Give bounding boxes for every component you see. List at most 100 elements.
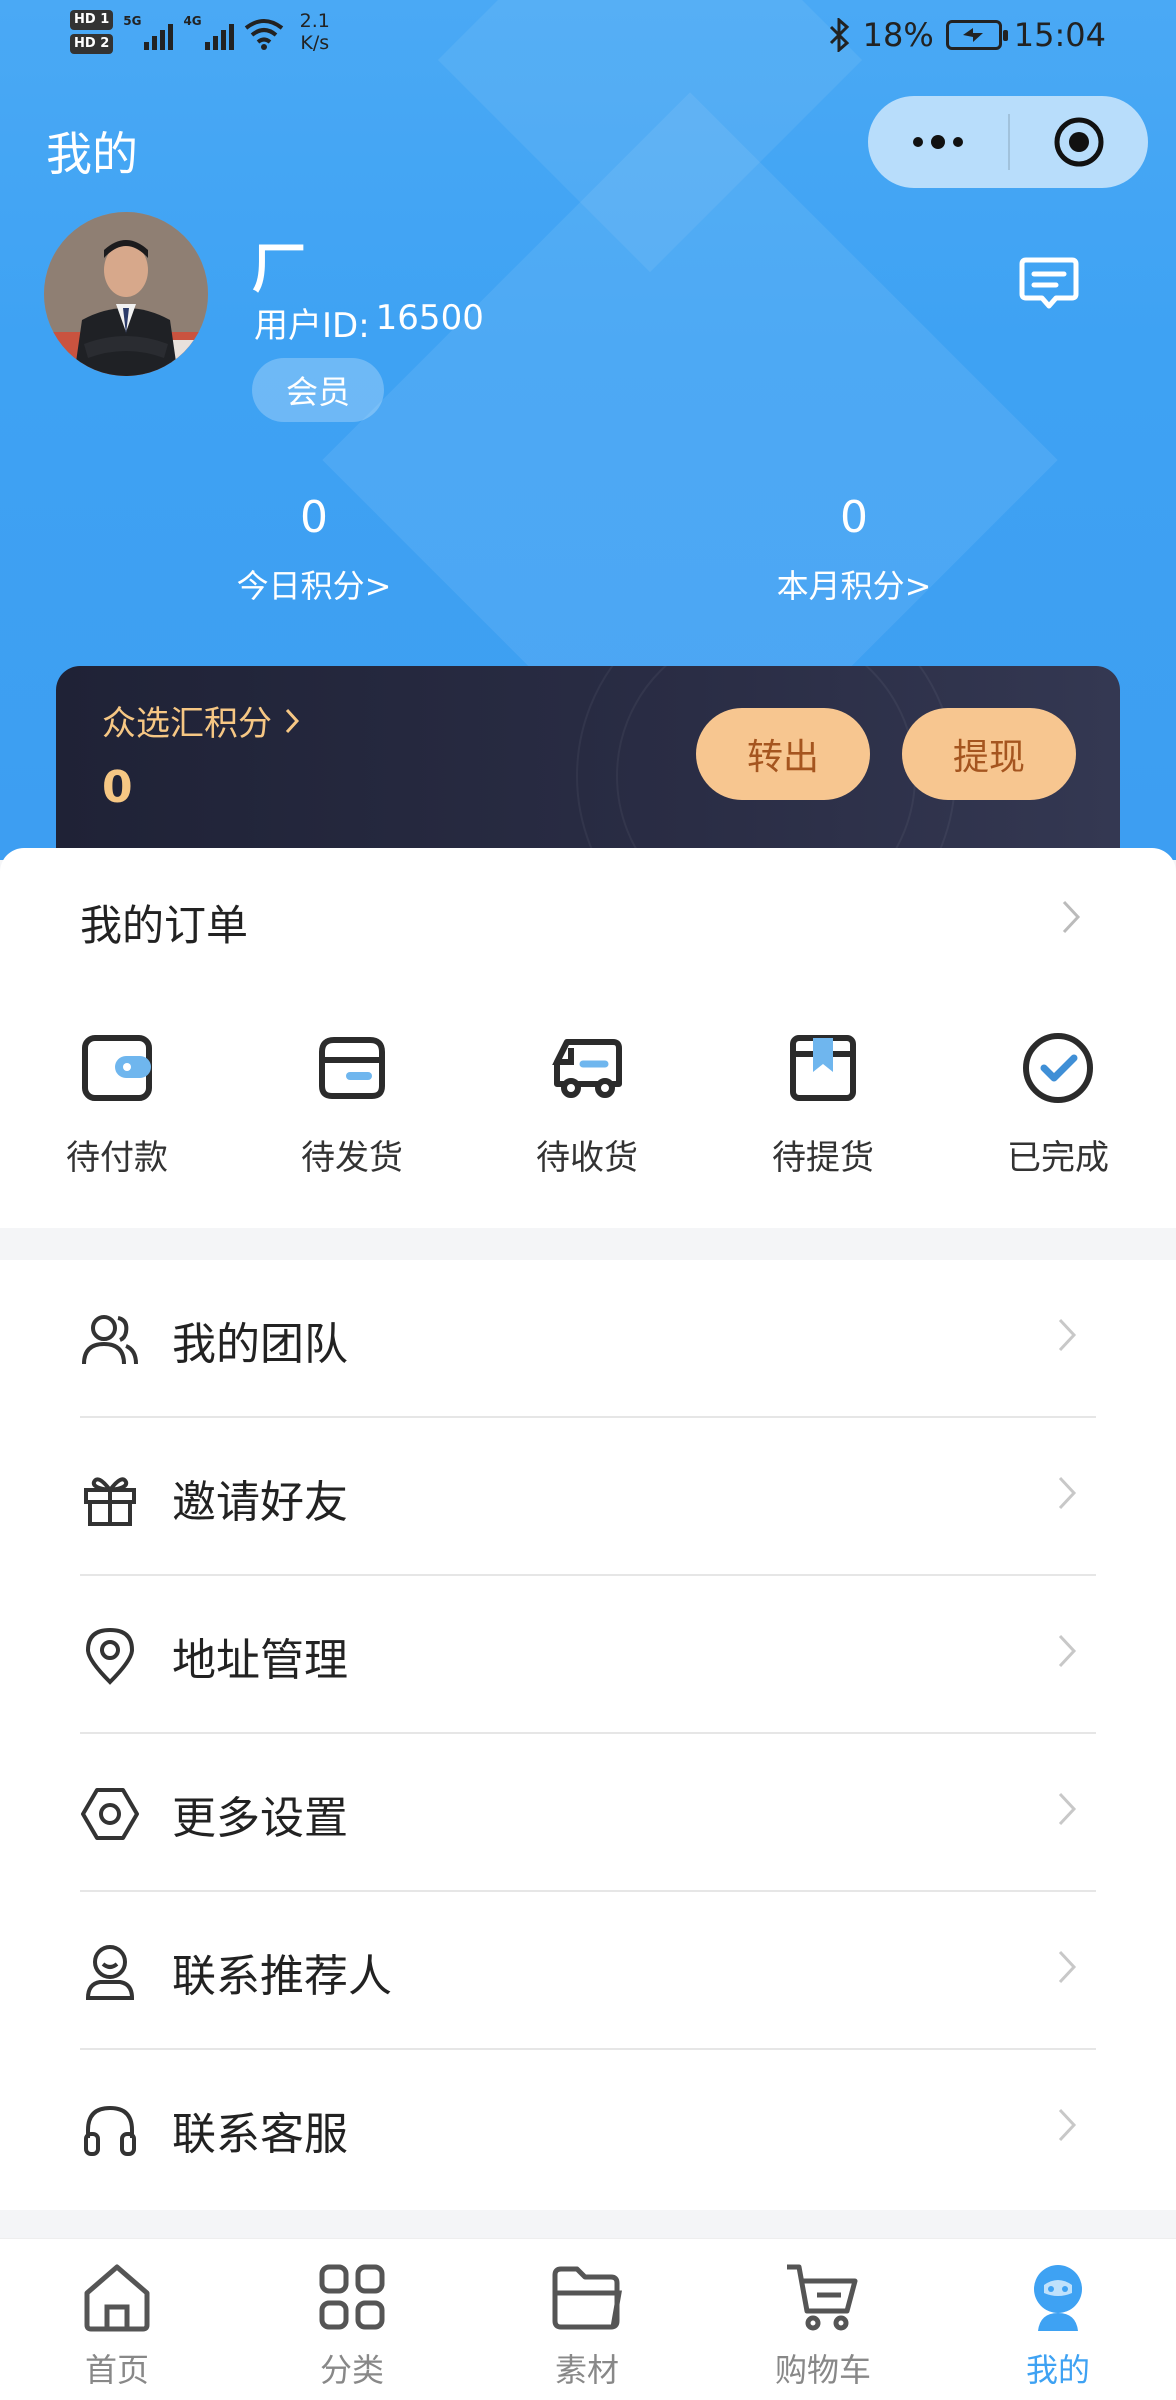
menu-item-label: 联系推荐人 [172,1951,392,2002]
network-speed: 2.1 K/s [300,10,330,54]
status-bar: HD 1 HD 2 5G 4G 2.1 K/s 18% 15:04 [0,0,1176,72]
more-options-button[interactable] [868,96,1008,188]
chevron-right-icon [1058,2108,1077,2142]
chevron-right-icon [285,708,300,733]
status-right: 18% 15:04 [827,16,1106,54]
check-circle-icon [1023,1033,1093,1103]
month-points[interactable]: 0 本月积分> [704,492,1004,607]
menu-item-label: 联系客服 [172,2109,348,2160]
username: 厂 [252,237,306,300]
sim-indicators: HD 1 HD 2 [70,10,114,54]
order-item-label: 待收货 [536,1138,638,1178]
bottom-tab-bar: 首页 分类 素材 购物车 我的 [0,2238,1176,2400]
tab-label: 首页 [84,2351,149,2389]
home-icon [84,2264,150,2332]
signal-2-icon: 4G [183,14,234,50]
chevron-right-icon[interactable] [1060,898,1082,936]
message-button[interactable] [1016,250,1082,316]
tab-materials[interactable]: 素材 [507,2257,667,2391]
user-id: 用户ID: 16500 [254,298,484,347]
points-title: 众选汇积分 [102,704,272,744]
tab-mine[interactable]: 我的 [978,2257,1138,2391]
tab-label: 我的 [1025,2351,1090,2389]
tab-label: 分类 [319,2351,384,2389]
network-type-1: 5G [123,14,142,28]
orders-title[interactable]: 我的订单 [80,892,248,953]
menu-item-customer-service[interactable]: 联系客服 [80,2050,1096,2208]
menu-item-contact-referrer[interactable]: 联系推荐人 [80,1892,1096,2050]
order-item-label: 待付款 [66,1138,168,1178]
folder-icon [552,2266,622,2330]
order-item-label: 待发货 [301,1138,403,1178]
chevron-right-icon [1058,1950,1077,1984]
cart-icon [787,2264,858,2331]
order-pending-receipt[interactable]: 待收货 [507,1028,667,1179]
clock: 15:04 [1013,16,1106,54]
network-type-2: 4G [183,14,202,28]
withdraw-button[interactable]: 提现 [902,708,1076,800]
avatar[interactable] [44,212,208,376]
status-left: HD 1 HD 2 5G 4G 2.1 K/s [70,10,330,54]
close-mini-program-button[interactable] [1010,96,1148,188]
menu-item-my-team[interactable]: 我的团队 [80,1260,1096,1418]
order-pending-shipment[interactable]: 待发货 [272,1028,432,1179]
order-item-label: 待提货 [772,1138,874,1178]
wallet-icon [82,1035,152,1101]
today-points-value: 0 [300,492,328,543]
today-points[interactable]: 0 今日积分> [164,492,464,607]
gift-icon [84,1477,136,1526]
settings-icon [81,1788,139,1840]
order-item-label: 已完成 [1007,1138,1109,1178]
battery-icon [945,20,1008,50]
points-card: 众选汇积分 0 转出 提现 [56,666,1120,862]
order-pending-pickup[interactable]: 待提货 [743,1028,903,1179]
order-pending-payment[interactable]: 待付款 [37,1028,197,1179]
menu-item-address[interactable]: 地址管理 [80,1576,1096,1734]
menu-item-label: 邀请好友 [172,1477,348,1528]
target-icon [1054,117,1104,167]
profile-icon [1034,2265,1082,2331]
transfer-button[interactable]: 转出 [696,708,870,800]
points-value: 0 [102,762,133,813]
tab-label: 素材 [554,2351,619,2389]
tab-cart[interactable]: 购物车 [743,2257,903,2391]
wifi-icon [244,19,283,50]
contact-icon [85,1945,135,2000]
speed-unit: K/s [300,32,330,54]
mini-program-capsule [868,96,1148,188]
team-icon [82,1315,138,1365]
points-title-link[interactable]: 众选汇积分 [102,696,300,745]
menu-item-more-settings[interactable]: 更多设置 [80,1734,1096,1892]
page-title: 我的 [46,127,138,181]
card-box-icon [319,1037,385,1099]
month-points-value: 0 [840,492,868,543]
signal-1-icon: 5G [123,14,174,50]
message-icon [1019,257,1079,309]
more-dots-icon [913,135,963,149]
menu-item-label: 我的团队 [172,1319,348,1370]
user-id-label: 用户ID: [254,306,370,346]
tab-label: 购物车 [774,2351,871,2389]
grid-icon [319,2264,385,2330]
headset-icon [84,2105,136,2156]
avatar-photo [44,212,208,376]
order-completed[interactable]: 已完成 [978,1028,1138,1179]
truck-icon [552,1039,622,1098]
chevron-right-icon [1058,1792,1077,1826]
member-badge: 会员 [252,358,384,422]
menu-item-label: 地址管理 [172,1635,348,1686]
menu-item-invite-friends[interactable]: 邀请好友 [80,1418,1096,1576]
package-icon [790,1035,856,1101]
today-points-label: 今日积分> [236,567,392,605]
battery-percent: 18% [862,16,934,54]
chevron-right-icon [1058,1634,1077,1668]
sim1-badge: HD 1 [70,10,114,30]
menu-list: 我的团队 邀请好友 地址管理 更多设置 联系推荐人 联系客服 [0,1260,1176,2210]
tab-home[interactable]: 首页 [37,2257,197,2391]
user-id-value: 16500 [375,298,484,338]
orders-card: 我的订单 待付款 待发货 待收货 待提货 已完成 [0,848,1176,1228]
chevron-right-icon [1058,1476,1077,1510]
tab-category[interactable]: 分类 [272,2257,432,2391]
sim2-badge: HD 2 [70,34,114,54]
location-icon [85,1627,135,1685]
